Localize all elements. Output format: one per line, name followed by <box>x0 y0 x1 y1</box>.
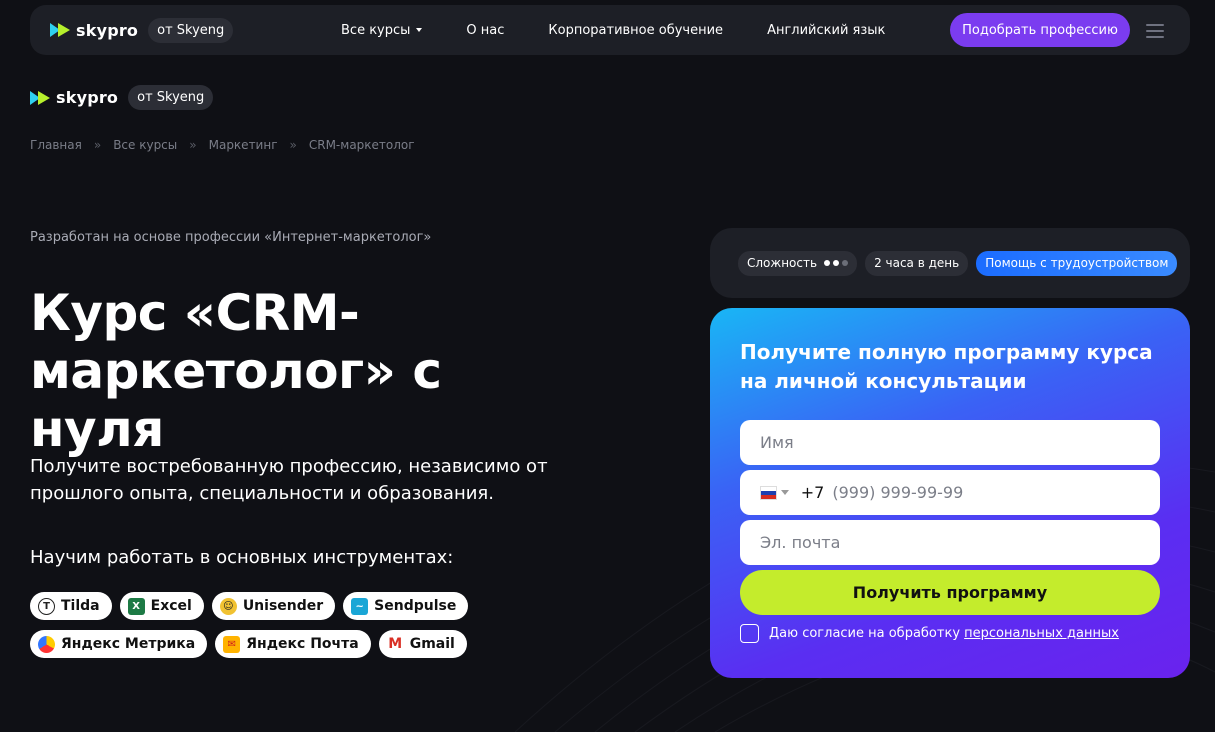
partner-badge: от Skyeng <box>128 85 214 110</box>
skypro-logo-secondary[interactable]: skypro <box>30 88 118 107</box>
email-field[interactable] <box>740 520 1160 565</box>
menu-icon[interactable] <box>1146 24 1164 42</box>
tool-unisender: ☺ Unisender <box>211 592 336 620</box>
chevron-down-icon[interactable] <box>780 490 789 495</box>
nav-corporate[interactable]: Корпоративное обучение <box>548 23 723 38</box>
name-field[interactable] <box>740 420 1160 465</box>
hours-chip: 2 часа в день <box>865 250 969 276</box>
phone-input[interactable] <box>832 483 1160 502</box>
consent-checkbox[interactable] <box>740 624 759 643</box>
difficulty-dots <box>824 260 849 266</box>
get-program-button[interactable]: Получить программу <box>740 570 1160 615</box>
tool-label: Яндекс Метрика <box>61 636 196 652</box>
course-origin-note: Разработан на основе профессии «Интернет… <box>30 230 432 245</box>
course-features: Сложность 2 часа в день Помощь с трудоус… <box>710 228 1190 298</box>
breadcrumb-separator: » <box>93 138 102 152</box>
tool-yandex-metrika: Яндекс Метрика <box>30 630 208 658</box>
logo-text: skypro <box>76 20 139 40</box>
tool-label: Sendpulse <box>374 598 457 614</box>
nav-english[interactable]: Английский язык <box>767 23 885 38</box>
tools-heading: Научим работать в основных инструментах: <box>30 547 454 568</box>
tool-tilda: T Tilda <box>30 592 112 620</box>
tilda-icon: T <box>38 597 55 615</box>
form-title: Получите полную программу курса на лично… <box>740 340 1153 393</box>
tool-excel: X Excel <box>119 592 204 620</box>
breadcrumb-current: CRM-маркетолог <box>308 138 415 152</box>
hero-subtitle: Получите востребованную профессию, незав… <box>30 456 548 504</box>
partner-badge: от Skyeng <box>148 17 234 43</box>
page-logo: skypro от Skyeng <box>30 85 214 110</box>
nav-label: Все курсы <box>341 22 411 38</box>
nav-all-courses[interactable]: Все курсы <box>341 22 423 38</box>
breadcrumb-home[interactable]: Главная <box>30 138 82 152</box>
tool-label: Gmail <box>409 636 455 652</box>
tool-label: Unisender <box>242 598 324 614</box>
breadcrumb-all-courses[interactable]: Все курсы <box>113 138 177 152</box>
top-navigation-bar: skypro от Skyeng Все курсы О нас Корпора… <box>30 5 1190 55</box>
email-input[interactable] <box>760 533 1160 552</box>
difficulty-chip: Сложность <box>738 250 858 276</box>
phone-field[interactable]: +7 <box>740 470 1160 515</box>
tool-gmail: M Gmail <box>378 630 467 658</box>
gmail-icon: M <box>386 635 404 653</box>
yandex-metrika-icon <box>38 635 55 653</box>
page-title: Курс «CRM-маркетолог» с нуля <box>30 284 442 458</box>
personal-data-link[interactable]: персональных данных <box>964 626 1119 641</box>
yandex-mail-icon: ✉ <box>223 635 241 653</box>
sendpulse-icon: ~ <box>351 597 369 615</box>
tools-list: T Tilda X Excel ☺ Unisender ~ Sendpulse … <box>30 592 480 668</box>
name-input[interactable] <box>760 433 1160 452</box>
skypro-logo-icon <box>30 90 50 105</box>
difficulty-label: Сложность <box>747 256 818 270</box>
consultation-form: Получите полную программу курса на лично… <box>710 308 1190 678</box>
breadcrumb: Главная » Все курсы » Маркетинг » CRM-ма… <box>30 138 415 152</box>
consent-text: Даю согласие на обработку персональных д… <box>769 626 1119 641</box>
skypro-logo-icon <box>50 23 70 37</box>
tool-sendpulse: ~ Sendpulse <box>343 592 469 620</box>
consent-row: Даю согласие на обработку персональных д… <box>740 624 1119 643</box>
tool-label: Яндекс Почта <box>246 636 359 652</box>
russia-flag-icon[interactable] <box>760 485 777 500</box>
tool-label: Excel <box>150 598 192 614</box>
breadcrumb-separator: » <box>189 138 197 152</box>
phone-code: +7 <box>800 483 825 502</box>
choose-profession-button[interactable]: Подобрать профессию <box>950 13 1130 47</box>
tool-label: Tilda <box>61 598 100 614</box>
breadcrumb-separator: » <box>289 138 297 152</box>
logo-text: skypro <box>56 88 119 107</box>
consent-label: Даю согласие на обработку <box>769 626 965 641</box>
unisender-icon: ☺ <box>219 597 237 615</box>
nav-about[interactable]: О нас <box>466 23 504 38</box>
chevron-down-icon <box>416 28 423 32</box>
job-help-chip: Помощь с трудоустройством <box>976 250 1178 276</box>
skypro-logo[interactable]: skypro <box>50 21 138 40</box>
breadcrumb-marketing[interactable]: Маркетинг <box>209 138 278 152</box>
tool-yandex-mail: ✉ Яндекс Почта <box>215 630 371 658</box>
excel-icon: X <box>127 597 145 615</box>
